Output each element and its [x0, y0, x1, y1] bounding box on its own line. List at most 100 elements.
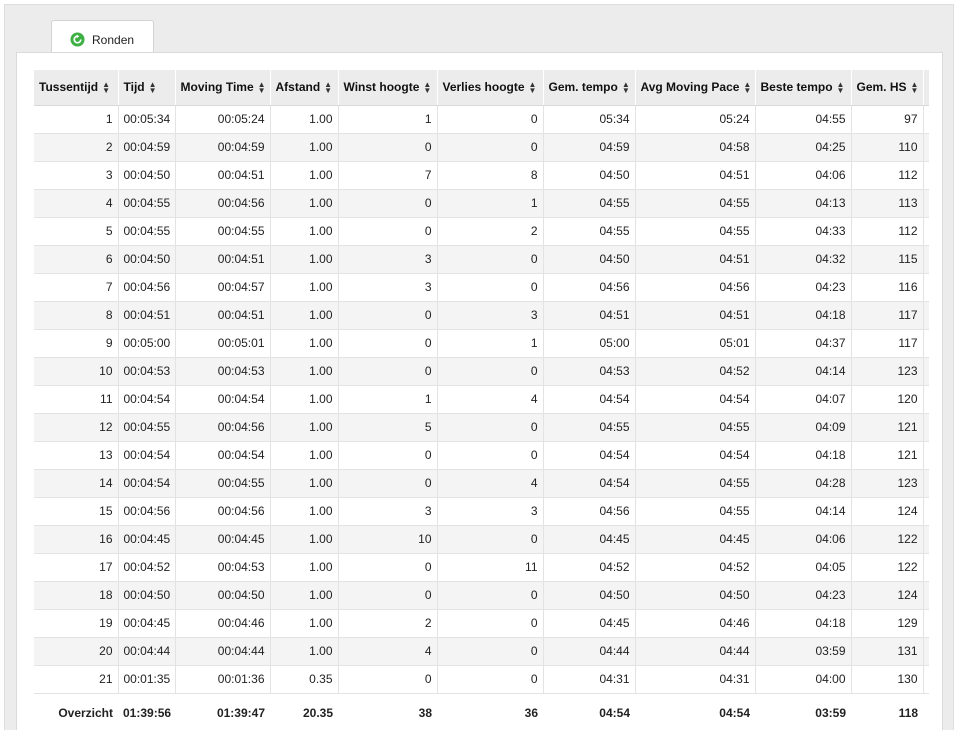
table-cell: 04:51	[635, 161, 756, 190]
table-cell: 04:51	[543, 301, 636, 330]
table-cell: 122	[851, 553, 924, 582]
tab-label: Ronden	[92, 32, 135, 47]
table-cell: 7	[34, 273, 119, 302]
table-cell: 04:14	[755, 497, 852, 526]
table-cell: 19	[34, 609, 119, 638]
table-cell: 04:45	[543, 609, 636, 638]
table-cell: 00:04:55	[118, 413, 176, 442]
table-row: 8 00:04:51 00:04:51 1.00 0 3 04:51 04:51 04:18 11…	[34, 301, 929, 330]
table-cell: 00:04:55	[175, 469, 271, 498]
table-cell: 130	[851, 665, 924, 694]
table-cell: 04:00	[755, 665, 852, 694]
table-row: 1 00:05:34 00:05:24 1.00 1 0 05:34 05:24 04:55 97	[34, 105, 929, 134]
table-cell: 1.00	[270, 105, 339, 134]
table-cell: 04:55	[635, 413, 756, 442]
table-cell: 4	[338, 637, 438, 666]
table-cell: 04:51	[635, 301, 756, 330]
table-cell	[923, 609, 929, 638]
table-cell: 04:09	[755, 413, 852, 442]
table-cell: 1	[437, 329, 544, 358]
table-cell: 5	[34, 217, 119, 246]
table-cell: 131	[851, 637, 924, 666]
table-cell: 1.00	[270, 245, 339, 274]
table-cell: 00:04:45	[175, 525, 271, 554]
table-cell: 121	[851, 413, 924, 442]
table-cell	[923, 301, 929, 330]
table-cell: 1.00	[270, 441, 339, 470]
table-cell: 0	[437, 525, 544, 554]
table-cell: 00:04:53	[118, 357, 176, 386]
summary-cell	[923, 693, 929, 730]
sort-icon: ▲ ▼	[423, 80, 432, 96]
table-cell: 0	[338, 329, 438, 358]
table-cell: 18	[34, 581, 119, 610]
table-cell: 123	[851, 357, 924, 386]
table-cell: 1.00	[270, 385, 339, 414]
table-cell: 04:51	[635, 245, 756, 274]
table-cell: 12	[34, 413, 119, 442]
table-cell: 122	[851, 525, 924, 554]
table-row: 12 00:04:55 00:04:56 1.00 5 0 04:55 04:55 04:09 1…	[34, 413, 929, 442]
table-cell: 1	[338, 105, 438, 134]
table-cell: 04:50	[543, 161, 636, 190]
table-cell: 04:07	[755, 385, 852, 414]
table-cell: 00:04:57	[175, 273, 271, 302]
table-cell: 00:04:56	[175, 413, 271, 442]
table-cell: 04:44	[635, 637, 756, 666]
table-cell: 3	[34, 161, 119, 190]
table-cell: 00:05:34	[118, 105, 176, 134]
table-cell: 2	[437, 217, 544, 246]
table-cell: 10	[34, 357, 119, 386]
column-header-label: M	[929, 80, 930, 94]
table-cell	[923, 105, 929, 134]
table-cell: 1.00	[270, 161, 339, 190]
table-cell: 00:05:00	[118, 329, 176, 358]
column-header-9[interactable]: Gem. HS ▲ ▼	[851, 70, 924, 106]
column-header-0[interactable]: Tussentijd ▲ ▼	[34, 70, 119, 106]
table-cell: 1.00	[270, 189, 339, 218]
table-cell: 1.00	[270, 637, 339, 666]
table-cell: 04:06	[755, 161, 852, 190]
table-cell: 00:04:54	[118, 441, 176, 470]
table-cell: 00:04:53	[175, 357, 271, 386]
table-cell: 04:54	[543, 385, 636, 414]
table-cell	[923, 385, 929, 414]
table-cell: 00:04:51	[118, 301, 176, 330]
table-cell: 04:54	[635, 385, 756, 414]
column-header-7[interactable]: Avg Moving Pace ▲ ▼	[635, 70, 756, 106]
summary-cell: 20.35	[270, 693, 338, 730]
sort-icon: ▲ ▼	[257, 80, 266, 96]
table-cell: 04:50	[543, 581, 636, 610]
column-header-8[interactable]: Beste tempo ▲ ▼	[755, 70, 852, 106]
table-cell: 116	[851, 273, 924, 302]
laps-table-wrapper[interactable]: Tussentijd ▲ ▼ Tijd ▲ ▼ Moving Time ▲ ▼ Afstand ▲ ▼…	[34, 70, 929, 730]
table-cell: 1.00	[270, 525, 339, 554]
table-cell: 00:04:59	[118, 133, 176, 162]
table-cell: 1	[338, 385, 438, 414]
table-cell: 124	[851, 581, 924, 610]
column-header-2[interactable]: Moving Time ▲ ▼	[175, 70, 271, 106]
column-header-4[interactable]: Winst hoogte ▲ ▼	[338, 70, 438, 106]
table-cell: 1	[437, 189, 544, 218]
table-cell: 0	[437, 637, 544, 666]
table-cell: 00:04:50	[175, 581, 271, 610]
column-header-5[interactable]: Verlies hoogte ▲ ▼	[437, 70, 544, 106]
column-header-3[interactable]: Afstand ▲ ▼	[270, 70, 339, 106]
table-row: 11 00:04:54 00:04:54 1.00 1 4 04:54 04:54 04:07 1…	[34, 385, 929, 414]
table-row: 14 00:04:54 00:04:55 1.00 0 4 04:54 04:55 04:28 1…	[34, 469, 929, 498]
table-cell: 04:54	[635, 441, 756, 470]
table-cell	[923, 581, 929, 610]
table-cell: 04:55	[635, 469, 756, 498]
summary-cell: 04:54	[543, 693, 635, 730]
column-header-6[interactable]: Gem. tempo ▲ ▼	[543, 70, 636, 106]
table-cell: 120	[851, 385, 924, 414]
column-header-10[interactable]: M▲▼	[923, 70, 930, 106]
table-row: 10 00:04:53 00:04:53 1.00 0 0 04:53 04:52 04:14 1…	[34, 357, 929, 386]
column-header-1[interactable]: Tijd ▲ ▼	[118, 70, 176, 106]
table-cell: 1.00	[270, 357, 339, 386]
table-cell: 4	[437, 385, 544, 414]
table-cell: 04:18	[755, 301, 852, 330]
table-cell: 05:00	[543, 329, 636, 358]
table-cell: 04:06	[755, 525, 852, 554]
table-cell	[923, 413, 929, 442]
